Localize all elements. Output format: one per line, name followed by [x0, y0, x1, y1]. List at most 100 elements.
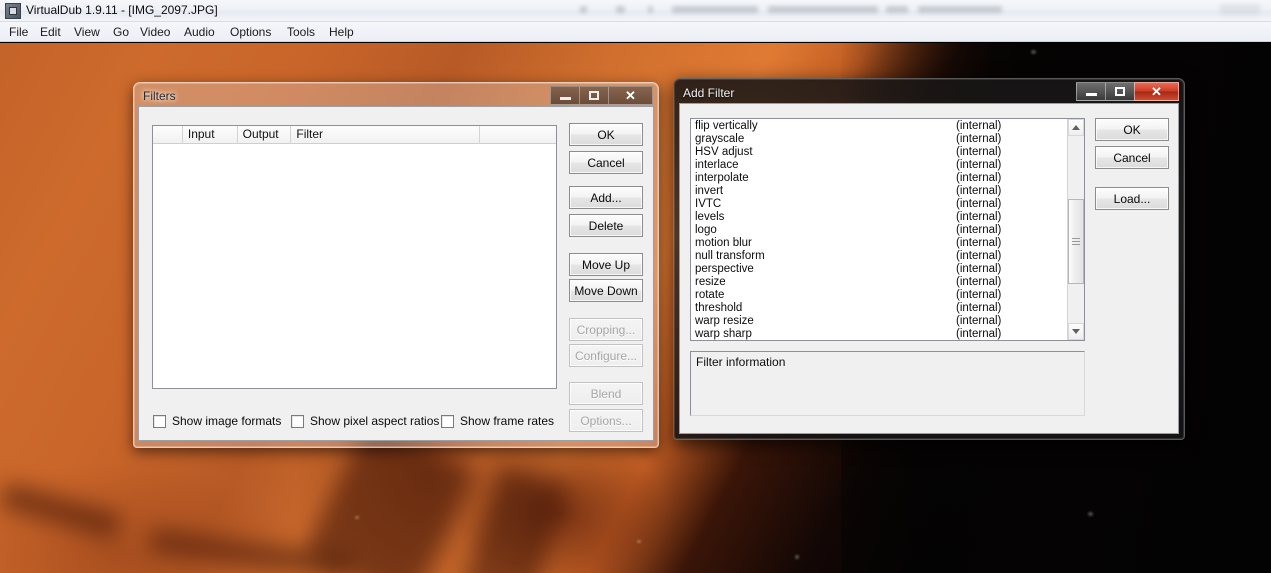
filter-list-item-source: (internal)	[956, 315, 1002, 327]
filter-list-item[interactable]: interpolate (internal)	[691, 172, 1067, 185]
add-filter-window-controls[interactable]: ✕	[1076, 82, 1179, 101]
column-header-filter[interactable]: Filter	[291, 126, 481, 144]
filter-list-item-name: invert	[695, 185, 724, 197]
checkbox-show-image-formats[interactable]: Show image formats	[153, 414, 281, 428]
filter-list-item-source: (internal)	[956, 211, 1002, 223]
filter-list-item-source: (internal)	[956, 224, 1002, 236]
menu-item-edit[interactable]: Edit	[38, 24, 63, 40]
preview-highlight	[637, 540, 641, 543]
close-button[interactable]: ✕	[608, 86, 653, 105]
column-header-extra[interactable]	[480, 126, 556, 144]
filter-list-scrollbar[interactable]	[1067, 119, 1084, 340]
add-filter-cancel-button[interactable]: Cancel	[1095, 146, 1169, 169]
filter-list-item[interactable]: interlace (internal)	[691, 159, 1067, 172]
filters-configure-button[interactable]: Configure...	[569, 344, 643, 367]
filter-list-item-source: (internal)	[956, 250, 1002, 262]
filter-list-item[interactable]: null transform (internal)	[691, 250, 1067, 263]
filter-list-item-name: interpolate	[695, 172, 749, 184]
available-filters-list[interactable]: flip vertically (internal) grayscale (inter…	[690, 118, 1085, 341]
add-filter-dialog[interactable]: Add Filter ✕ flip vertically (internal) gr…	[673, 78, 1185, 440]
filter-list-item-source: (internal)	[956, 328, 1002, 340]
menu-item-audio[interactable]: Audio	[182, 24, 217, 40]
menu-item-go[interactable]: Go	[111, 24, 131, 40]
filters-blend-button[interactable]: Blend	[569, 382, 643, 405]
filter-list-item-name: warp sharp	[695, 328, 752, 340]
filter-list-item[interactable]: logo (internal)	[691, 224, 1067, 237]
scroll-up-button[interactable]	[1068, 119, 1084, 136]
filter-list-item[interactable]: perspective (internal)	[691, 263, 1067, 276]
filters-cropping-button[interactable]: Cropping...	[569, 318, 643, 341]
menu-item-video[interactable]: Video	[138, 24, 172, 40]
filters-ok-button[interactable]: OK	[569, 123, 643, 146]
checkbox-box[interactable]	[291, 414, 304, 428]
add-filter-ok-button[interactable]: OK	[1095, 118, 1169, 141]
filter-table-header: Input Output Filter	[153, 126, 556, 144]
menu-item-options[interactable]: Options	[228, 24, 273, 40]
filter-chain-table[interactable]: Input Output Filter	[152, 125, 557, 389]
filter-list-item[interactable]: resize (internal)	[691, 276, 1067, 289]
filters-window-controls[interactable]: ✕	[550, 86, 653, 105]
main-title-bar: VirtualDub 1.9.11 - [IMG_2097.JPG]	[0, 0, 1271, 22]
filter-list-item[interactable]: threshold (internal)	[691, 302, 1067, 315]
filters-add-button[interactable]: Add...	[569, 186, 643, 209]
filters-options-button[interactable]: Options...	[569, 409, 643, 432]
filter-list-item-name: IVTC	[695, 198, 722, 210]
checkbox-label: Show pixel aspect ratios	[310, 414, 440, 428]
column-header-index[interactable]	[153, 126, 183, 144]
filters-cancel-button[interactable]: Cancel	[569, 151, 643, 174]
filter-list-item-name: grayscale	[695, 133, 745, 145]
column-header-output[interactable]: Output	[238, 126, 292, 144]
filter-list-item-name: warp resize	[695, 315, 754, 327]
filter-list-item[interactable]: warp resize (internal)	[691, 315, 1067, 328]
filter-list-item-name: threshold	[695, 302, 743, 314]
filters-delete-button[interactable]: Delete	[569, 214, 643, 237]
add-filter-dialog-title: Add Filter	[683, 86, 735, 100]
menu-item-view[interactable]: View	[72, 24, 102, 40]
filters-dialog[interactable]: Filters ✕ Input Output Filter Show image…	[133, 82, 659, 448]
filter-list-item-source: (internal)	[956, 133, 1002, 145]
checkbox-box[interactable]	[441, 414, 454, 428]
filter-list-item-name: resize	[695, 276, 726, 288]
filter-list-item[interactable]: grayscale (internal)	[691, 133, 1067, 146]
filter-list-item-source: (internal)	[956, 146, 1002, 158]
scroll-up-arrow-icon	[1072, 125, 1080, 130]
filter-list-item[interactable]: invert (internal)	[691, 185, 1067, 198]
minimize-button[interactable]	[550, 86, 579, 105]
filters-move-down-button[interactable]: Move Down	[569, 279, 643, 302]
add-filter-dialog-body: flip vertically (internal) grayscale (inter…	[679, 103, 1179, 434]
checkbox-box[interactable]	[153, 414, 166, 428]
filter-list-item[interactable]: rotate (internal)	[691, 289, 1067, 302]
minimize-button[interactable]	[1076, 82, 1105, 101]
filter-list-item-source: (internal)	[956, 172, 1002, 184]
column-header-input[interactable]: Input	[183, 126, 238, 144]
filter-table-rows[interactable]	[153, 144, 556, 388]
filter-list-item[interactable]: motion blur (internal)	[691, 237, 1067, 250]
scroll-down-button[interactable]	[1068, 323, 1084, 340]
close-button[interactable]: ✕	[1134, 82, 1179, 101]
menu-item-file[interactable]: File	[7, 24, 30, 40]
close-icon: ✕	[1151, 84, 1162, 99]
filter-list-item-source: (internal)	[956, 120, 1002, 132]
blurred-titlebar-content	[560, 4, 1260, 18]
maximize-button[interactable]	[1105, 82, 1134, 101]
filter-list-item[interactable]: HSV adjust (internal)	[691, 146, 1067, 159]
filter-list-item[interactable]: levels (internal)	[691, 211, 1067, 224]
menu-item-tools[interactable]: Tools	[285, 24, 317, 40]
available-filters-rows[interactable]: flip vertically (internal) grayscale (inter…	[691, 120, 1067, 340]
close-icon: ✕	[625, 88, 636, 103]
maximize-button[interactable]	[579, 86, 608, 105]
filter-list-item-name: flip vertically	[695, 120, 758, 132]
checkbox-show-frame-rates[interactable]: Show frame rates	[441, 414, 554, 428]
scrollbar-grip-icon	[1072, 236, 1080, 247]
preview-highlight	[1031, 50, 1036, 54]
menu-item-help[interactable]: Help	[327, 24, 356, 40]
filter-list-item-source: (internal)	[956, 237, 1002, 249]
add-filter-load-button[interactable]: Load...	[1095, 187, 1169, 210]
filter-list-item[interactable]: warp sharp (internal)	[691, 328, 1067, 340]
filters-dialog-title: Filters	[143, 89, 176, 103]
filters-move-up-button[interactable]: Move Up	[569, 253, 643, 276]
scrollbar-thumb[interactable]	[1068, 199, 1084, 284]
filter-list-item[interactable]: IVTC (internal)	[691, 198, 1067, 211]
filter-list-item[interactable]: flip vertically (internal)	[691, 120, 1067, 133]
checkbox-show-pixel-aspect-ratios[interactable]: Show pixel aspect ratios	[291, 414, 439, 428]
